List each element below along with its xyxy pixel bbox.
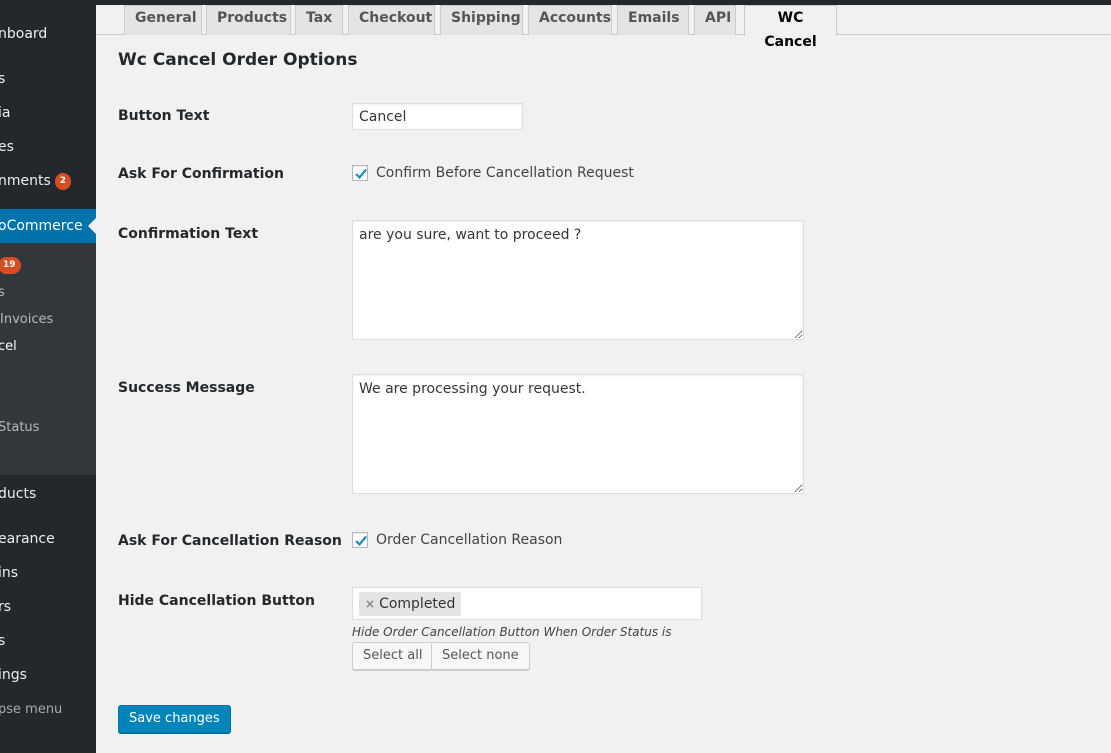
tab-accounts[interactable]: Accounts [528, 5, 612, 35]
sidebar-item-label: nboard [0, 26, 48, 42]
tab-products[interactable]: Products [206, 5, 291, 35]
tab-wc-cancel[interactable]: WC Cancel [744, 5, 837, 50]
sidebar-item-label: rs [0, 599, 12, 615]
select-all-button[interactable]: Select all [352, 642, 434, 670]
tab-general[interactable]: General [124, 5, 202, 35]
submenu-item-reports[interactable]: s [0, 284, 5, 302]
sidebar-item-tools[interactable]: s [0, 631, 5, 651]
order-cancellation-reason-label[interactable]: Order Cancellation Reason [376, 532, 562, 548]
sidebar-item-label: ducts [0, 486, 37, 502]
select-none-button[interactable]: Select none [431, 642, 530, 670]
remove-chip-icon[interactable]: × [365, 597, 375, 611]
orders-count-badge: 19 [0, 257, 21, 274]
submenu-item-label: Status [0, 420, 40, 435]
sidebar-item-label: ia [0, 105, 11, 121]
success-message-label: Success Message [118, 380, 255, 396]
tab-shipping[interactable]: Shipping [440, 5, 523, 35]
tab-emails[interactable]: Emails [617, 5, 689, 35]
sidebar-item-posts[interactable]: s [0, 69, 5, 89]
hide-button-description: Hide Order Cancellation Button When Orde… [352, 625, 672, 639]
submenu-item-system-status[interactable]: Status [0, 419, 39, 437]
admin-sidebar: nboard s ia es nments2 oCommerce 19 s In… [0, 0, 96, 753]
sidebar-item-woocommerce[interactable]: oCommerce [0, 216, 83, 236]
selected-status-chip: × Completed [359, 592, 462, 616]
tab-tax[interactable]: Tax [295, 5, 343, 35]
sidebar-item-label: s [0, 633, 6, 649]
sidebar-item-settings[interactable]: ings [0, 665, 27, 685]
sidebar-item-users[interactable]: rs [0, 597, 11, 617]
submenu-item-wc-cancel[interactable]: cel [0, 338, 17, 356]
save-changes-button[interactable]: Save changes [118, 705, 231, 733]
submenu-item-label: Invoices [0, 312, 54, 327]
sidebar-item-products[interactable]: ducts [0, 484, 36, 504]
button-text-label: Button Text [118, 108, 210, 124]
sidebar-item-label: nments [0, 173, 51, 189]
submenu-item-invoices[interactable]: Invoices [0, 311, 53, 329]
confirmation-text-label: Confirmation Text [118, 226, 259, 242]
order-cancellation-reason-checkbox[interactable] [352, 532, 368, 548]
sidebar-item-pages[interactable]: es [0, 137, 14, 157]
checkmark-icon [355, 535, 367, 547]
comments-count-badge: 2 [54, 172, 72, 190]
submenu-item-label: cel [0, 339, 17, 354]
sidebar-item-comments[interactable]: nments 2 [0, 171, 72, 191]
sidebar-item-label: ins [0, 565, 19, 581]
button-text-input[interactable] [352, 103, 523, 130]
sidebar-item-dashboard[interactable]: nboard [0, 24, 47, 44]
chip-label: Completed [379, 596, 456, 612]
sidebar-item-media[interactable]: ia [0, 103, 10, 123]
settings-tabs: General Products Tax Checkout Shipping A… [96, 5, 1111, 50]
hide-cancellation-button-label: Hide Cancellation Button [118, 593, 315, 609]
tab-checkout[interactable]: Checkout [348, 5, 435, 35]
submenu-background [0, 243, 96, 475]
confirmation-text-textarea[interactable]: are you sure, want to proceed ? [352, 220, 804, 340]
order-status-multiselect[interactable]: × Completed [352, 587, 702, 620]
submenu-item-orders[interactable]: 19 [0, 257, 21, 275]
active-menu-arrow-icon [88, 218, 96, 234]
page-title: Wc Cancel Order Options [118, 50, 358, 70]
confirm-before-cancellation-label[interactable]: Confirm Before Cancellation Request [376, 165, 634, 181]
sidebar-item-label: ings [0, 667, 27, 683]
sidebar-item-label: pse menu [0, 702, 63, 717]
checkmark-icon [355, 168, 367, 180]
sidebar-collapse-menu[interactable]: pse menu [0, 701, 62, 719]
sidebar-item-label: s [0, 71, 6, 87]
submenu-item-label: s [0, 285, 5, 300]
sidebar-item-label: oCommerce [0, 218, 83, 234]
tab-api[interactable]: API [694, 5, 736, 35]
sidebar-item-appearance[interactable]: earance [0, 529, 55, 549]
sidebar-item-label: earance [0, 531, 55, 547]
confirm-before-cancellation-checkbox[interactable] [352, 165, 368, 181]
ask-confirmation-label: Ask For Confirmation [118, 166, 284, 182]
sidebar-item-plugins[interactable]: ins [0, 563, 18, 583]
success-message-textarea[interactable]: We are processing your request. [352, 374, 804, 494]
sidebar-item-label: es [0, 139, 14, 155]
ask-reason-label: Ask For Cancellation Reason [118, 533, 342, 549]
